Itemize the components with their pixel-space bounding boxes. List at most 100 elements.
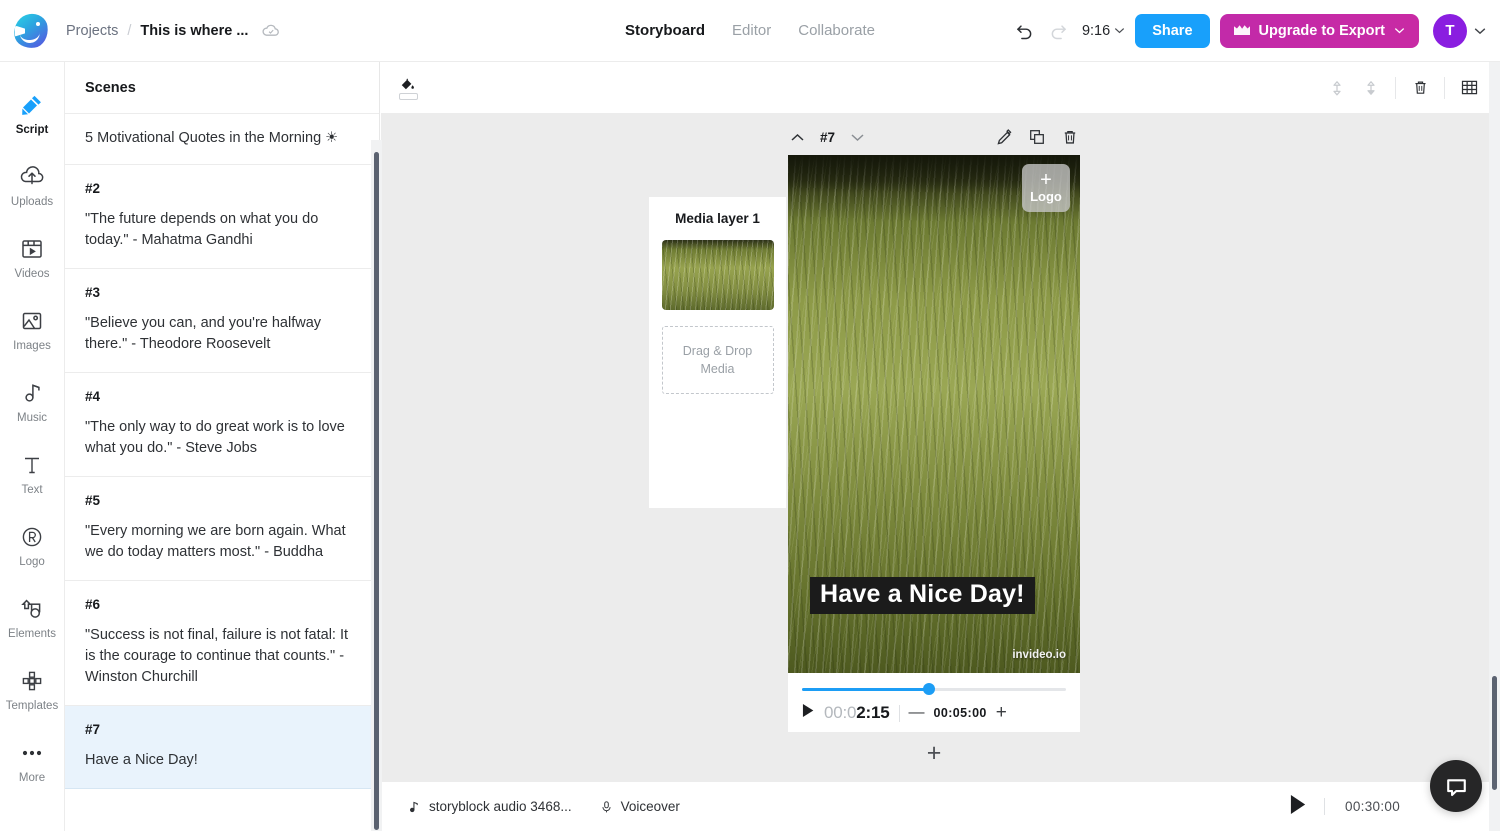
move-up-icon[interactable] bbox=[1320, 71, 1354, 105]
mode-tabs: Storyboard Editor Collaborate bbox=[625, 22, 875, 39]
share-button[interactable]: Share bbox=[1135, 13, 1210, 48]
cloud-saved-icon bbox=[261, 21, 281, 41]
trash-icon[interactable] bbox=[1403, 71, 1437, 105]
scene-nav: #7 bbox=[788, 128, 867, 147]
add-scene-button[interactable]: + bbox=[921, 739, 947, 767]
scene-number: #2 bbox=[85, 181, 101, 196]
upgrade-to-export-button[interactable]: Upgrade to Export bbox=[1219, 13, 1419, 48]
media-layer-title: Media layer 1 bbox=[675, 211, 760, 226]
timecode-divider bbox=[898, 704, 900, 722]
slider-handle[interactable] bbox=[922, 683, 935, 695]
left-tool-rail: Script Uploads Videos Images Music Text … bbox=[0, 62, 65, 831]
sidebar-item-label: Elements bbox=[8, 628, 56, 640]
video-preview-frame[interactable]: + Logo Have a Nice Day! invideo.io bbox=[788, 155, 1080, 673]
playback-slider[interactable] bbox=[802, 683, 1066, 696]
duplicate-copy-icon[interactable] bbox=[1028, 128, 1047, 147]
tab-storyboard[interactable]: Storyboard bbox=[625, 22, 705, 39]
player-controls: 00:02:15 — 00:05:00 + bbox=[802, 702, 1066, 724]
timecode-divider bbox=[1324, 798, 1326, 815]
shapes-elements-icon bbox=[19, 596, 45, 622]
logo-placeholder-button[interactable]: + Logo bbox=[1022, 164, 1070, 212]
scenes-scrollbar-thumb[interactable] bbox=[374, 152, 379, 830]
duration-increase-button[interactable]: + bbox=[996, 702, 1007, 724]
scene-text: Have a Nice Day! bbox=[85, 752, 198, 768]
music-note-icon bbox=[19, 380, 45, 406]
scene-number: #3 bbox=[85, 285, 101, 300]
invideo-storyboard-app: Projects / This is where ... Storyboard … bbox=[0, 0, 1500, 831]
chevron-up-icon[interactable] bbox=[788, 128, 807, 147]
sidebar-item-elements[interactable]: Elements bbox=[0, 582, 64, 654]
tab-editor[interactable]: Editor bbox=[732, 22, 771, 39]
undo-arrow-icon[interactable] bbox=[1008, 14, 1042, 48]
microphone-icon bbox=[602, 800, 611, 812]
list-item[interactable]: 5 Motivational Quotes in the Morning ☀ bbox=[65, 114, 379, 165]
list-item[interactable]: #2 "The future depends on what you do to… bbox=[65, 165, 379, 269]
voiceover-item[interactable]: Voiceover bbox=[600, 799, 680, 814]
scene-list: 5 Motivational Quotes in the Morning ☀ #… bbox=[65, 114, 379, 831]
sidebar-item-templates[interactable]: Templates bbox=[0, 654, 64, 726]
duration-decrease-button[interactable]: — bbox=[909, 704, 925, 722]
chevron-down-icon bbox=[1115, 28, 1125, 34]
plus-icon: + bbox=[1040, 169, 1052, 191]
scene-actions bbox=[995, 128, 1080, 147]
play-triangle-icon[interactable] bbox=[1289, 794, 1308, 820]
fill-color-swatch[interactable] bbox=[398, 92, 418, 100]
sidebar-item-label: Script bbox=[15, 124, 49, 136]
list-item[interactable]: #6 "Success is not final, failure is not… bbox=[65, 581, 379, 706]
cloud-upload-icon bbox=[19, 164, 45, 190]
trash-icon[interactable] bbox=[1061, 128, 1080, 147]
dropzone-line-2: Media bbox=[700, 362, 735, 376]
sidebar-item-script[interactable]: Script bbox=[0, 78, 64, 150]
slider-progress bbox=[802, 688, 929, 691]
play-triangle-icon[interactable] bbox=[802, 703, 815, 723]
aspect-ratio-selector[interactable]: 9:16 bbox=[1082, 23, 1125, 39]
redo-arrow-icon[interactable] bbox=[1042, 14, 1076, 48]
move-down-icon[interactable] bbox=[1354, 71, 1388, 105]
scene-text: "Every morning we are born again. What w… bbox=[85, 523, 346, 560]
sidebar-item-label: Templates bbox=[5, 700, 59, 712]
canvas-toolbar bbox=[381, 62, 1500, 114]
scene-number: #4 bbox=[85, 389, 101, 404]
chevron-down-icon[interactable] bbox=[1474, 22, 1486, 40]
chevron-down-icon[interactable] bbox=[848, 128, 867, 147]
watermark: invideo.io bbox=[1012, 649, 1066, 661]
sidebar-item-videos[interactable]: Videos bbox=[0, 222, 64, 294]
sidebar-item-music[interactable]: Music bbox=[0, 366, 64, 438]
scene-overlay-text[interactable]: Have a Nice Day! bbox=[810, 577, 1035, 614]
image-picture-icon bbox=[19, 308, 45, 334]
sidebar-item-uploads[interactable]: Uploads bbox=[0, 150, 64, 222]
timecode-lit-part: 2:15 bbox=[856, 703, 890, 722]
list-item[interactable]: #3 "Believe you can, and you're halfway … bbox=[65, 269, 379, 373]
chat-bubble-icon[interactable] bbox=[1430, 760, 1482, 812]
tab-collaborate[interactable]: Collaborate bbox=[798, 22, 875, 39]
logo-placeholder-label: Logo bbox=[1030, 189, 1062, 204]
scene-duration-value: 00:05:00 bbox=[933, 706, 987, 720]
list-item-selected[interactable]: #7 Have a Nice Day! bbox=[65, 706, 379, 789]
scene-text: "The only way to do great work is to lov… bbox=[85, 419, 345, 456]
pencil-edit-icon[interactable] bbox=[995, 128, 1014, 147]
scene-text: 5 Motivational Quotes in the Morning ☀ bbox=[85, 130, 339, 146]
current-timecode: 00:02:15 bbox=[824, 703, 890, 723]
breadcrumb-projects[interactable]: Projects bbox=[66, 23, 118, 39]
audio-track-item[interactable]: storyblock audio 3468... bbox=[408, 799, 572, 814]
grid-layout-icon[interactable] bbox=[1452, 71, 1486, 105]
sidebar-item-more[interactable]: More bbox=[0, 726, 64, 798]
top-header: Projects / This is where ... Storyboard … bbox=[0, 0, 1500, 62]
script-pen-icon bbox=[19, 92, 45, 118]
canvas-scrollbar-thumb[interactable] bbox=[1492, 676, 1497, 790]
sidebar-item-text[interactable]: Text bbox=[0, 438, 64, 510]
grass-field-thumbnail[interactable] bbox=[661, 240, 774, 310]
paint-bucket-icon[interactable] bbox=[395, 76, 421, 100]
breadcrumb-project-title[interactable]: This is where ... bbox=[140, 23, 248, 39]
invideo-logo-icon[interactable] bbox=[11, 11, 51, 50]
video-clip-icon bbox=[19, 236, 45, 262]
list-item[interactable]: #4 "The only way to do great work is to … bbox=[65, 373, 379, 477]
media-dropzone[interactable]: Drag & Drop Media bbox=[661, 326, 774, 394]
avatar[interactable]: T bbox=[1433, 13, 1467, 48]
sidebar-item-logo[interactable]: Logo bbox=[0, 510, 64, 582]
sidebar-item-label: Videos bbox=[14, 268, 50, 280]
toolbar-divider bbox=[1444, 76, 1445, 99]
sidebar-item-images[interactable]: Images bbox=[0, 294, 64, 366]
scene-text: "Success is not final, failure is not fa… bbox=[85, 627, 349, 685]
list-item[interactable]: #5 "Every morning we are born again. Wha… bbox=[65, 477, 379, 581]
